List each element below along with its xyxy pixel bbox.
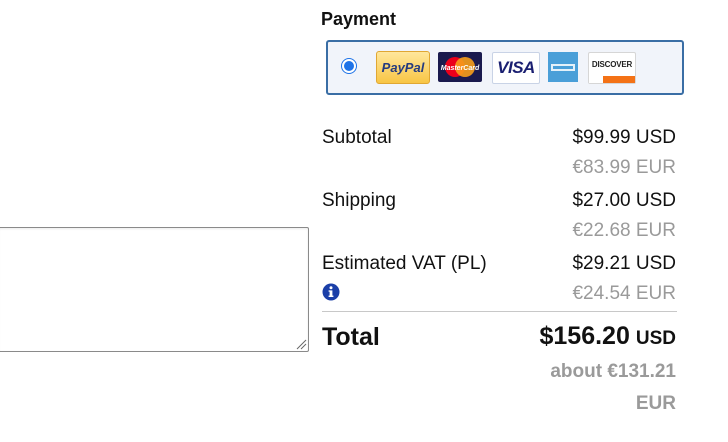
shipping-eur: €22.68 EUR (572, 220, 676, 241)
visa-logo: VISA (492, 52, 540, 84)
info-icon[interactable] (322, 283, 340, 301)
shipping-label: Shipping (322, 190, 396, 211)
payment-radio[interactable] (341, 58, 357, 74)
amex-icon (548, 52, 578, 82)
total-label: Total (322, 323, 380, 351)
visa-wordmark: VISA (497, 58, 535, 77)
payment-option-paypal[interactable]: PayPal MasterCard VISA DISCOVER (326, 40, 684, 95)
payment-title: Payment (321, 9, 397, 29)
subtotal-usd: $99.99 USD (572, 127, 676, 148)
mastercard-logo: MasterCard (438, 52, 482, 82)
total-eur-about: about €131.21 (550, 361, 676, 382)
vat-usd: $29.21 USD (572, 253, 676, 274)
discover-band (589, 76, 635, 83)
total-divider (322, 311, 677, 312)
paypal-logo: PayPal (376, 51, 430, 84)
note-textarea[interactable] (0, 227, 309, 352)
amex-logo (548, 52, 578, 82)
resize-grip-icon[interactable] (295, 338, 307, 350)
subtotal-label: Subtotal (322, 127, 392, 148)
total-usd-currency: USD (635, 328, 676, 349)
shipping-usd: $27.00 USD (572, 190, 676, 211)
vat-label: Estimated VAT (PL) (322, 253, 487, 274)
radio-selected-dot (344, 61, 354, 71)
total-eur-currency: EUR (635, 393, 676, 414)
vat-eur: €24.54 EUR (572, 283, 676, 304)
discover-logo: DISCOVER (588, 52, 636, 84)
discover-wordmark: DISCOVER (591, 59, 633, 69)
total-usd: $156.20 USD (540, 322, 677, 351)
mastercard-icon: MasterCard (441, 57, 480, 77)
svg-text:MasterCard: MasterCard (441, 65, 480, 72)
subtotal-eur: €83.99 EUR (572, 157, 676, 178)
total-usd-amount: $156.20 (539, 322, 630, 350)
paypal-wordmark: PayPal (381, 60, 425, 75)
